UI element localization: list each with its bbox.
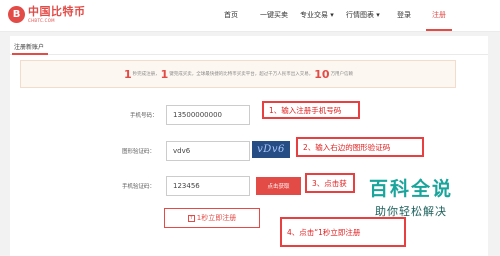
nav-pro-trade[interactable]: 专业交易 ▾ xyxy=(300,10,334,20)
promo-notice: 1 秒完成注册， 1 键完成买卖，全球最快捷的比特币买卖平台，超过 千万人民币出… xyxy=(20,60,456,88)
notice-number: 10 xyxy=(314,67,330,81)
nav-login[interactable]: 登录 xyxy=(397,10,411,20)
notice-text: 万用户信赖 xyxy=(330,72,354,77)
nav-home[interactable]: 首页 xyxy=(224,10,238,20)
notice-number: 1 xyxy=(123,67,132,81)
captcha-image-text: vDv6 xyxy=(257,144,285,155)
tab-active-indicator xyxy=(12,53,48,55)
register-button-label: 1秒立即注册 xyxy=(196,214,237,222)
sms-code-input[interactable]: 123456 xyxy=(166,176,250,196)
notice-text: 键完成买卖，全球最快捷的比特币买卖平台，超过 xyxy=(169,72,269,77)
tab-register-new-account[interactable]: 注册新账户 xyxy=(14,42,44,51)
watermark-logo: 百科全说 助你轻松解决 xyxy=(336,180,486,219)
tab-divider xyxy=(10,54,488,55)
bitcoin-logo-icon: B xyxy=(8,6,25,23)
captcha-image[interactable]: vDv6 xyxy=(252,141,290,158)
nav-quick-trade[interactable]: 一键买卖 xyxy=(260,10,288,20)
annotation-step-4: 4、点击“1秒立即注册 xyxy=(280,217,406,247)
register-arrow-icon: ↑ xyxy=(187,214,195,222)
phone-input[interactable]: 13500000000 xyxy=(166,105,250,125)
captcha-label: 图形验证码： xyxy=(122,149,156,155)
watermark-subtitle: 助你轻松解决 xyxy=(375,205,447,218)
notice-text: 秒完成注册， xyxy=(132,72,160,77)
top-navbar: B 中国比特币 CHBTC.COM 首页 一键买卖 专业交易 ▾ 行情图表 ▾ … xyxy=(0,0,500,32)
register-button[interactable]: ↑ 1秒立即注册 xyxy=(164,208,260,228)
site-logo[interactable]: B 中国比特币 CHBTC.COM xyxy=(8,6,86,23)
nav-charts[interactable]: 行情图表 ▾ xyxy=(346,10,380,20)
watermark-title: 百科全说 xyxy=(368,178,453,200)
notice-text: 千万人民币出入交易， xyxy=(268,72,314,77)
phone-label: 手机号码： xyxy=(130,113,158,119)
sms-code-label: 手机验证码： xyxy=(122,184,156,190)
annotation-step-1: 1、输入注册手机号码 xyxy=(262,101,360,119)
get-sms-code-button[interactable]: 点击获取 xyxy=(256,177,301,195)
nav-active-indicator xyxy=(426,29,452,31)
notice-number: 1 xyxy=(160,67,169,81)
captcha-input[interactable]: vdv6 xyxy=(166,141,250,161)
logo-name: 中国比特币 xyxy=(28,5,86,18)
annotation-step-2: 2、输入右边的图形验证码 xyxy=(296,137,424,157)
logo-domain: CHBTC.COM xyxy=(28,18,55,23)
nav-register[interactable]: 注册 xyxy=(432,10,446,20)
